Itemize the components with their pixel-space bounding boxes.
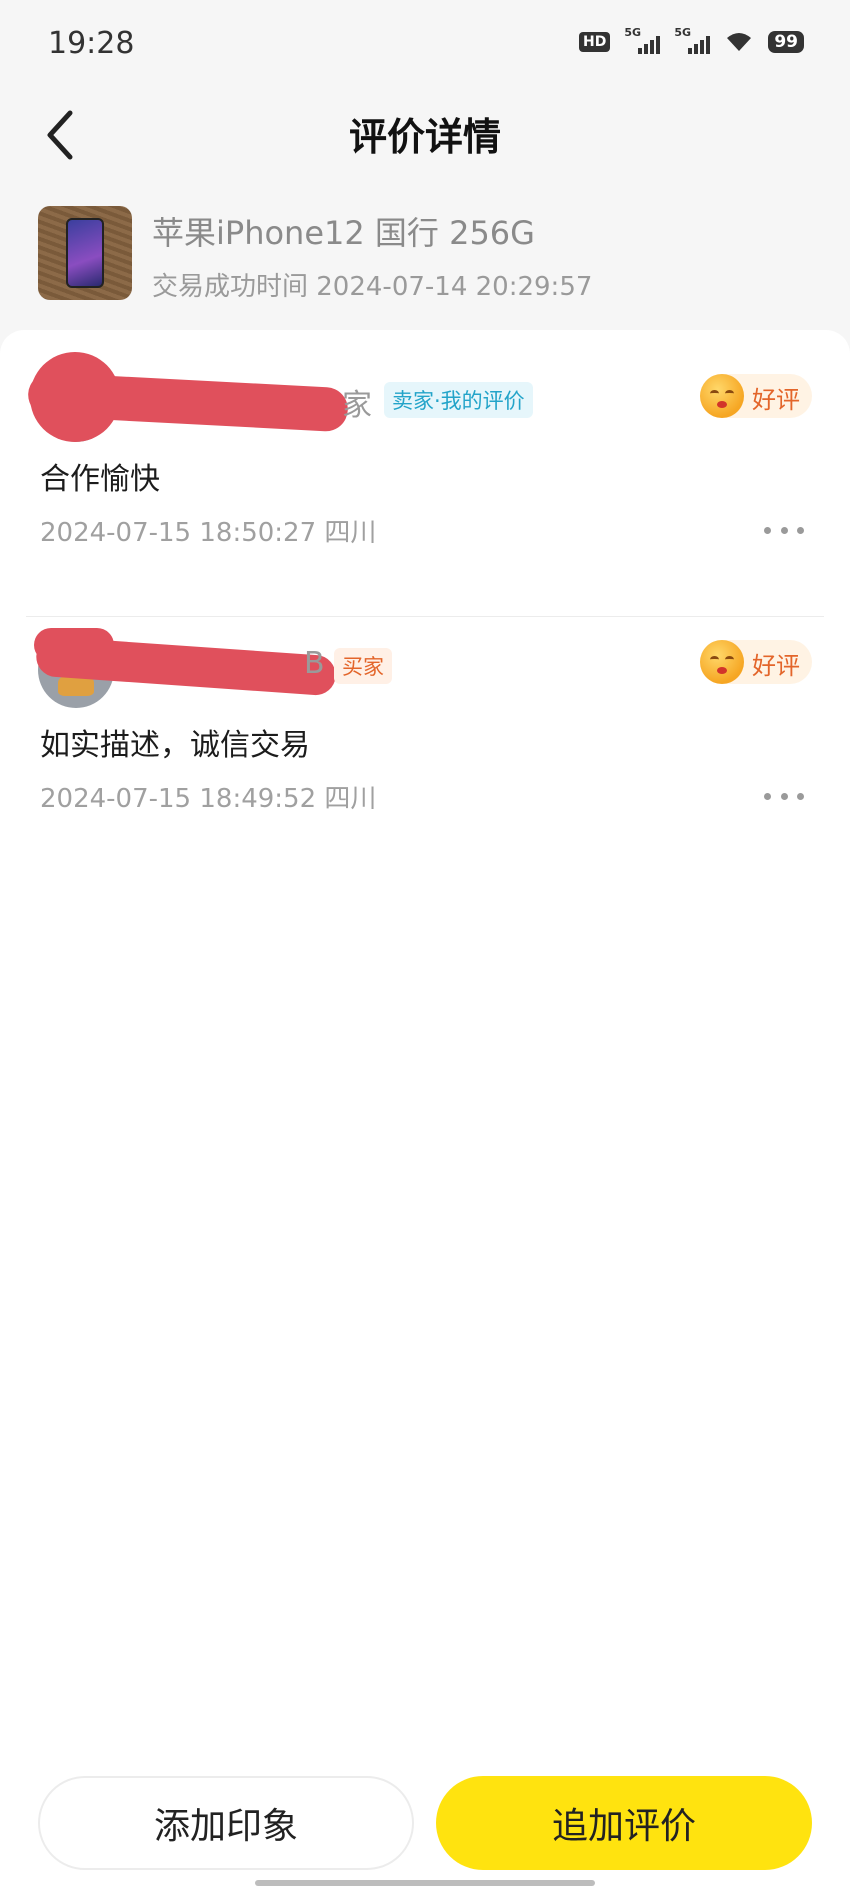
review-text: 合作愉快 [40, 462, 160, 497]
battery-icon: 99 [768, 31, 804, 53]
review-meta: 2024-07-15 18:49:52 四川 [40, 784, 377, 814]
trade-time: 交易成功时间 2024-07-14 20:29:57 [152, 272, 593, 302]
smile-emoji-icon [700, 374, 744, 418]
rating-badge[interactable]: 好评 [700, 374, 812, 418]
smile-emoji-icon [700, 640, 744, 684]
rating-label: 好评 [752, 386, 800, 414]
signal-icon-1: 5G [624, 26, 661, 54]
review-meta: 2024-07-15 18:50:27 四川 [40, 518, 377, 548]
append-review-button[interactable]: 追加评价 [436, 1776, 812, 1870]
role-tag: 买家 [334, 648, 392, 684]
product-summary[interactable]: 苹果iPhone12 国行 256G 交易成功时间 2024-07-14 20:… [38, 206, 818, 302]
redaction-mark [34, 628, 114, 662]
redaction-mark [30, 352, 120, 442]
review-text: 如实描述，诚信交易 [40, 728, 310, 763]
wifi-icon [727, 33, 752, 51]
review-item: B 买家 好评 如实描述，诚信交易 2024-07-15 18:49:52 四川 [0, 618, 850, 868]
signal-icon-2: 5G [674, 26, 711, 54]
username: 家 [342, 388, 372, 423]
product-thumbnail [38, 206, 132, 300]
divider [26, 616, 824, 617]
rating-label: 好评 [752, 652, 800, 680]
more-options-button[interactable] [764, 788, 804, 804]
rating-badge[interactable]: 好评 [700, 640, 812, 684]
username: B [304, 646, 325, 681]
review-item: 家 卖家·我的评价 好评 合作愉快 2024-07-15 18:50:27 四川 [0, 352, 850, 617]
hd-icon: HD [578, 32, 611, 52]
status-icons: HD 5G 5G 99 [578, 26, 804, 54]
product-name: 苹果iPhone12 国行 256G [152, 214, 535, 252]
role-tag: 卖家·我的评价 [384, 382, 533, 418]
reviews-card: 家 卖家·我的评价 好评 合作愉快 2024-07-15 18:50:27 四川… [0, 330, 850, 1889]
header: 评价详情 [0, 90, 850, 190]
status-time: 19:28 [48, 26, 135, 61]
status-bar: 19:28 HD 5G 5G 99 [0, 0, 850, 90]
page-title: 评价详情 [348, 115, 501, 159]
add-impression-button[interactable]: 添加印象 [38, 1776, 414, 1870]
more-options-button[interactable] [764, 522, 804, 538]
bottom-action-bar: 添加印象 追加评价 [0, 1776, 850, 1872]
home-indicator [255, 1880, 595, 1886]
